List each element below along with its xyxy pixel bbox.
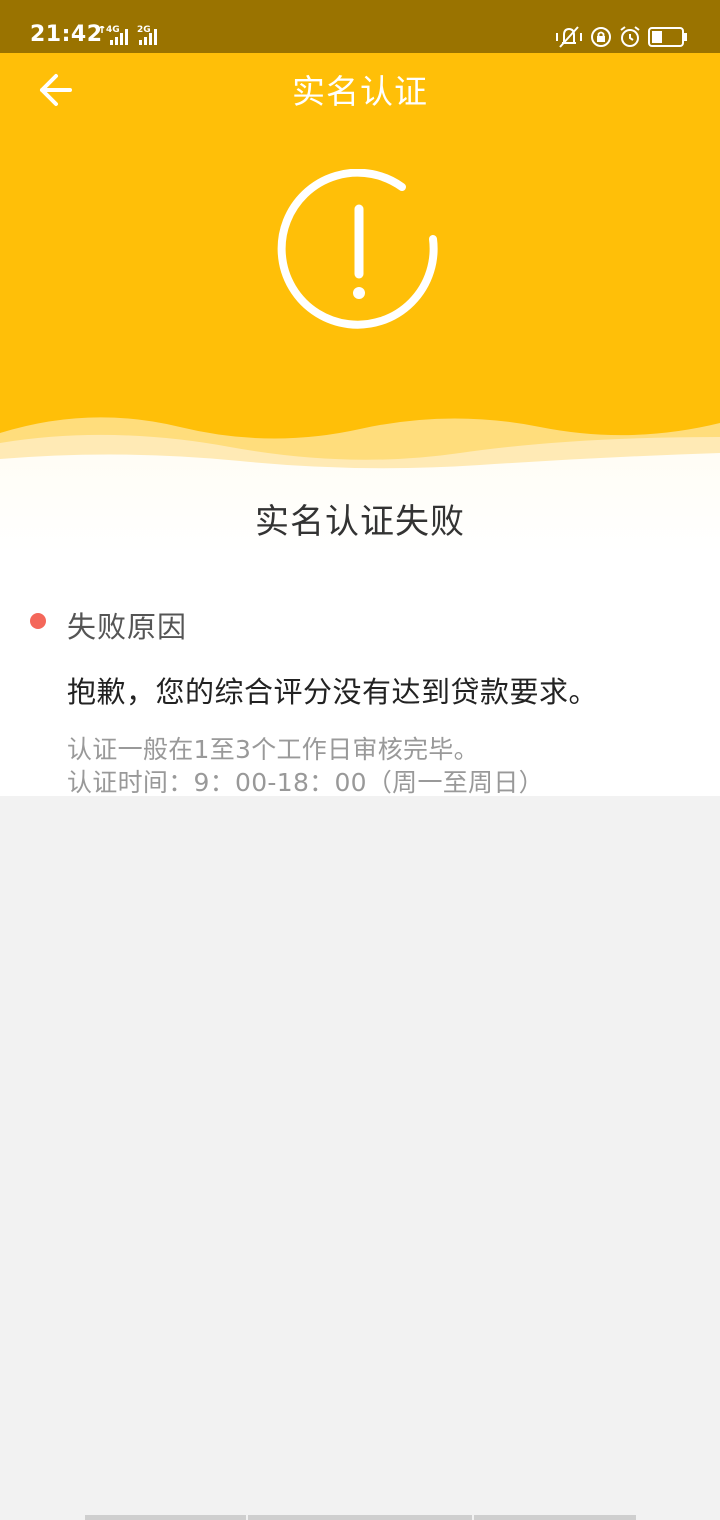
- network-type-badge: 4G: [106, 25, 120, 35]
- exclamation-circle-icon: [277, 169, 438, 329]
- nav-gesture-bar[interactable]: [474, 1515, 636, 1520]
- status-time: 21:42: [30, 22, 103, 47]
- reason-bullet-dot: [30, 613, 46, 629]
- reason-heading: 失败原因: [67, 610, 188, 644]
- header: 实名认证: [0, 53, 720, 550]
- failure-reason-card: 失败原因 抱歉，您的综合评分没有达到贷款要求。 认证一般在1至3个工作日审核完毕…: [0, 550, 720, 797]
- network-type-badge: 2G: [137, 25, 151, 35]
- result-title: 实名认证失败: [255, 502, 465, 542]
- status-bar: 21:42 4G 2G: [0, 0, 720, 53]
- review-period-note: 认证一般在1至3个工作日审核完毕。: [67, 735, 479, 764]
- nav-gesture-bar[interactable]: [85, 1515, 246, 1520]
- alarm-clock-icon: [620, 26, 640, 47]
- battery-icon: [648, 27, 687, 47]
- nav-gesture-bar[interactable]: [248, 1515, 472, 1520]
- review-hours-note: 认证时间：9：00-18：00（周一至周日）: [67, 768, 544, 797]
- reason-text: 抱歉，您的综合评分没有达到贷款要求。: [67, 675, 599, 709]
- page-title: 实名认证: [292, 72, 428, 111]
- vibrate-icon: [556, 26, 582, 48]
- rotation-lock-icon: [591, 27, 611, 47]
